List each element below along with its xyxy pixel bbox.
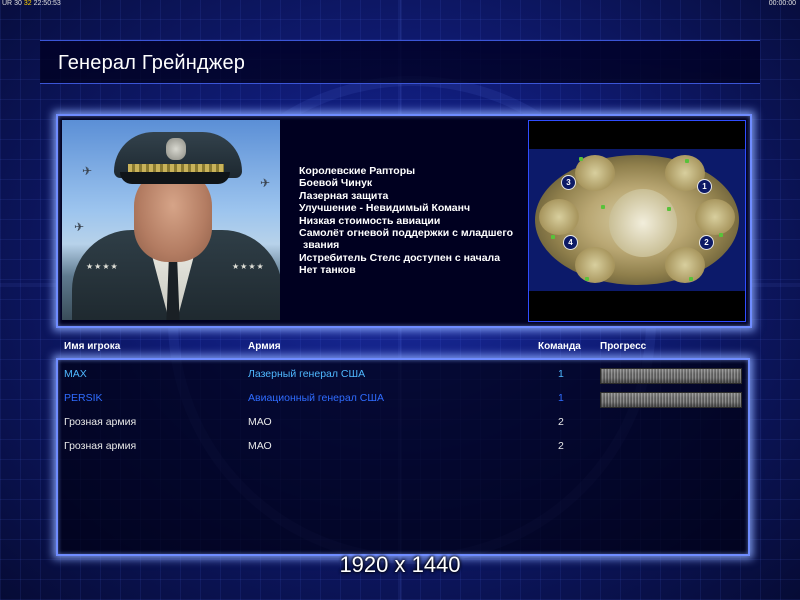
table-row: Грозная армия МАО 2 — [58, 438, 748, 456]
header-team: Команда — [538, 341, 581, 352]
player-name: PERSIK — [64, 392, 103, 404]
perk-item: Королевские Рапторы — [299, 165, 416, 177]
header-army: Армия — [248, 341, 281, 352]
map-terrain: 3 1 4 2 — [529, 149, 745, 291]
helicopter-icon: ✈ — [74, 220, 85, 234]
perk-item: Нет танков — [299, 264, 356, 277]
spawn-marker: 2 — [699, 235, 714, 250]
helicopter-icon: ✈ — [260, 176, 271, 190]
player-team: 1 — [558, 368, 564, 380]
player-name: MAX — [64, 368, 87, 380]
table-row: MAX Лазерный генерал США 1 — [58, 366, 748, 384]
map-resource-dot — [601, 205, 605, 209]
perk-item: Самолёт огневой поддержки с младшего — [299, 227, 514, 240]
map-resource-dot — [667, 207, 671, 211]
map-resource-dot — [551, 235, 555, 239]
player-team: 1 — [558, 392, 564, 404]
map-center-plateau — [609, 189, 677, 257]
table-row: PERSIK Авиационный генерал США 1 — [58, 390, 748, 408]
player-name: Грозная армия — [64, 440, 137, 452]
title-panel: Генерал Грейнджер — [40, 40, 760, 84]
debug-stats: UR 30 32 22:50:53 — [2, 0, 61, 8]
map-resource-dot — [585, 277, 589, 281]
spawn-marker: 1 — [697, 179, 712, 194]
map-lobe — [695, 199, 735, 235]
perk-item: звания — [303, 239, 340, 252]
general-name-title: Генерал Грейнджер — [58, 52, 246, 74]
perk-item: Лазерная защита — [299, 189, 389, 202]
map-resource-dot — [689, 277, 693, 281]
debug-value-2: 32 — [23, 0, 32, 7]
spawn-marker: 3 — [561, 175, 576, 190]
cap-braid — [128, 164, 224, 172]
map-resource-dot — [685, 159, 689, 163]
loading-progress-bar — [600, 368, 742, 384]
perk-item: Истребитель Стелс доступен с начала — [299, 251, 501, 264]
debug-value-3: 22:50:53 — [33, 0, 61, 7]
map-lobe — [539, 199, 579, 235]
general-info-panel: ✈ ✈ ✈ ✈ ★★★★ ★★★★ Королевские Рапторы Бо… — [56, 114, 752, 328]
debug-topbar: UR 30 32 22:50:53 00:00:00 — [0, 0, 800, 8]
player-team: 2 — [558, 416, 564, 428]
debug-prefix: UR — [2, 0, 13, 7]
player-army: Авиационный генерал США — [248, 392, 384, 404]
debug-value-1: 30 — [14, 0, 22, 7]
player-army: МАО — [248, 416, 272, 428]
spawn-marker: 4 — [563, 235, 578, 250]
players-table-header: Имя игрока Армия Команда Прогресс — [0, 341, 800, 355]
player-team: 2 — [558, 440, 564, 452]
player-army: Лазерный генерал США — [248, 368, 366, 380]
shoulder-stars-icon: ★★★★ — [232, 262, 265, 271]
cap-brim — [120, 172, 230, 184]
map-resource-dot — [579, 157, 583, 161]
cap-eagle-badge — [166, 138, 186, 160]
loading-progress-bar — [600, 392, 742, 408]
helicopter-icon: ✈ — [82, 164, 93, 178]
shoulder-stars-icon: ★★★★ — [86, 262, 119, 271]
map-resource-dot — [719, 233, 723, 237]
general-perks-list: Королевские Рапторы Боевой Чинук Лазерна… — [299, 165, 529, 277]
resolution-watermark: 1920 x 1440 — [339, 552, 461, 577]
perk-item: Улучшение - Невидимый Команч — [299, 202, 471, 215]
header-progress: Прогресс — [600, 341, 647, 352]
perk-item: Низкая стоимость авиации — [299, 214, 441, 227]
general-portrait: ✈ ✈ ✈ ✈ ★★★★ ★★★★ — [62, 120, 280, 320]
player-name: Грозная армия — [64, 416, 137, 428]
perk-item: Боевой Чинук — [299, 177, 373, 190]
map-preview: 3 1 4 2 — [528, 120, 746, 322]
header-player-name: Имя игрока — [64, 341, 121, 352]
table-row: Грозная армия МАО 2 — [58, 414, 748, 432]
map-lobe — [575, 247, 615, 283]
player-army: МАО — [248, 440, 272, 452]
map-lobe — [665, 247, 705, 283]
players-table: MAX Лазерный генерал США 1 PERSIK Авиаци… — [56, 358, 750, 556]
debug-clock: 00:00:00 — [768, 0, 796, 7]
